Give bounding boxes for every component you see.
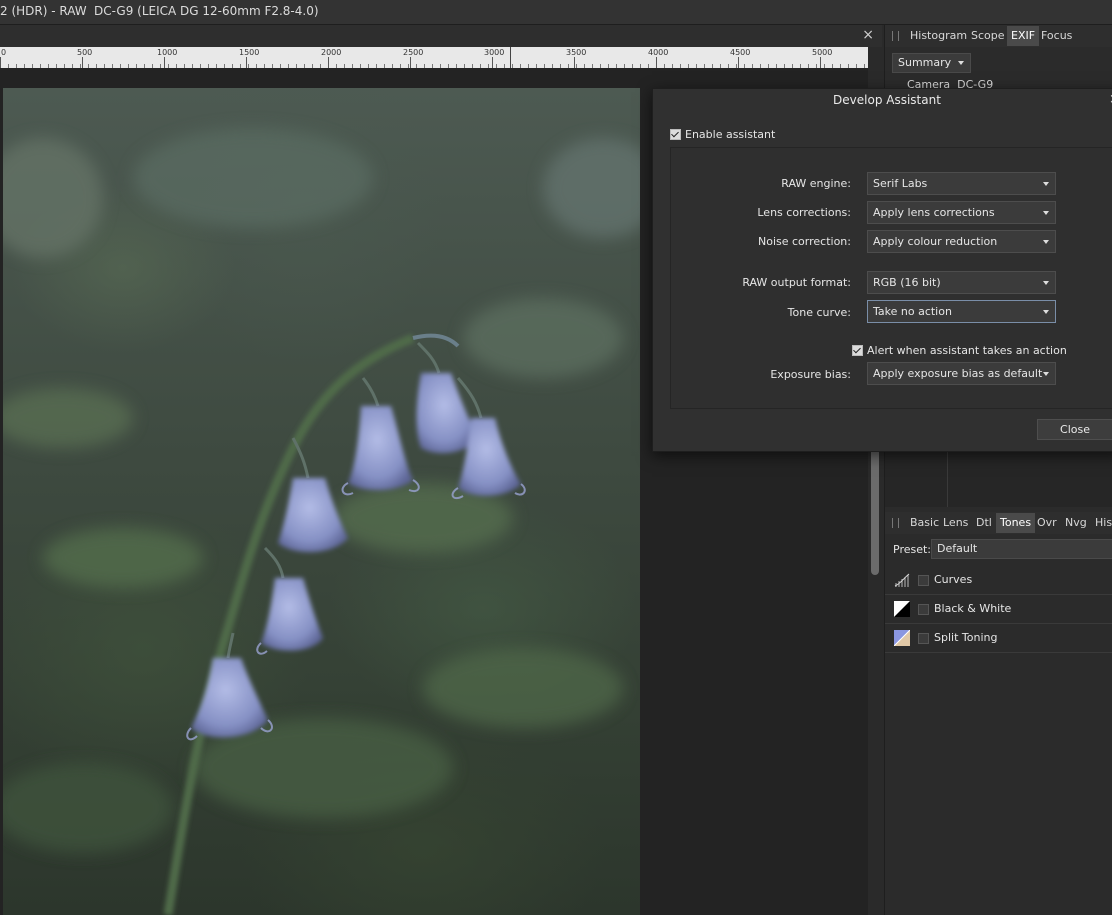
camera-info: DC-G9 (LEICA DG 12-60mm F2.8-4.0) [94, 4, 319, 18]
tab-focus[interactable]: Focus [1041, 29, 1072, 42]
lens-corrections-label: Lens corrections: [757, 206, 851, 219]
tab-history[interactable]: His [1095, 516, 1112, 529]
adjustment-curves[interactable]: Curves [885, 566, 1112, 595]
bluebell-illustration [3, 128, 640, 915]
raw-engine-value: Serif Labs [873, 177, 928, 190]
exif-view-dropdown[interactable]: Summary [892, 53, 971, 73]
raw-output-format-label: RAW output format: [742, 276, 851, 289]
tab-histogram[interactable]: Histogram [910, 29, 967, 42]
panel-grip-icon[interactable] [892, 31, 899, 41]
document-title: 2 (HDR) - RAW [0, 4, 87, 18]
tab-exif[interactable]: EXIF [1007, 26, 1040, 46]
ruler-label: 1500 [239, 48, 260, 57]
bluebell-photo[interactable] [3, 88, 640, 915]
black-white-enable-checkbox[interactable] [918, 604, 929, 615]
noise-correction-label: Noise correction: [758, 235, 851, 248]
chevron-down-icon [1043, 310, 1049, 314]
info-tab-row: Histogram Scope EXIF Focus [885, 25, 1112, 47]
preset-dropdown[interactable]: Default [931, 539, 1112, 559]
curves-enable-checkbox[interactable] [918, 575, 929, 586]
ruler-label: 1000 [157, 48, 178, 57]
black-white-label: Black & White [934, 602, 1012, 615]
ruler-label: 3500 [566, 48, 587, 57]
preset-value: Default [937, 542, 978, 555]
ruler-cursor-marker [510, 47, 511, 68]
close-document-icon[interactable]: × [862, 27, 874, 43]
ruler-label: 2000 [321, 48, 342, 57]
chevron-down-icon [1043, 240, 1049, 244]
ruler-label: 4000 [648, 48, 669, 57]
raw-output-format-value: RGB (16 bit) [873, 276, 941, 289]
tone-curve-dropdown[interactable]: Take no action [867, 300, 1056, 323]
enable-assistant-checkbox[interactable] [670, 129, 681, 140]
tab-tones[interactable]: Tones [996, 513, 1036, 533]
ruler-label: 500 [77, 48, 93, 57]
title-bar: 2 (HDR) - RAW DC-G9 (LEICA DG 12-60mm F2… [0, 0, 1112, 25]
horizontal-ruler: 0 500 1000 1500 2000 2500 3000 3500 4000… [0, 47, 868, 68]
tab-lens[interactable]: Lens [943, 516, 968, 529]
chevron-down-icon [958, 61, 964, 65]
exposure-bias-label: Exposure bias: [770, 368, 851, 381]
lens-corrections-dropdown[interactable]: Apply lens corrections [867, 201, 1056, 224]
chevron-down-icon [1043, 211, 1049, 215]
tab-detail[interactable]: Dtl [976, 516, 992, 529]
chevron-down-icon [1043, 281, 1049, 285]
tone-curve-value: Take no action [873, 305, 952, 318]
tab-navigator[interactable]: Nvg [1065, 516, 1087, 529]
adjustment-split-toning[interactable]: Split Toning [885, 624, 1112, 653]
lens-corrections-value: Apply lens corrections [873, 206, 995, 219]
preset-label: Preset: [893, 543, 932, 556]
panel-grip-icon[interactable] [892, 518, 899, 528]
ruler-label: 4500 [730, 48, 751, 57]
split-toning-icon [894, 630, 910, 646]
chevron-down-icon [1043, 372, 1049, 376]
ruler-label: 0 [1, 48, 7, 57]
exposure-bias-dropdown[interactable]: Apply exposure bias as default [867, 362, 1056, 385]
info-panel-body [885, 445, 1112, 507]
noise-correction-dropdown[interactable]: Apply colour reduction [867, 230, 1056, 253]
black-white-icon [894, 601, 910, 617]
ruler-label: 2500 [403, 48, 424, 57]
chevron-down-icon [1043, 182, 1049, 186]
dialog-title: Develop Assistant [833, 93, 941, 107]
alert-checkbox[interactable] [852, 345, 863, 356]
tab-basic[interactable]: Basic [910, 516, 939, 529]
tab-scope[interactable]: Scope [971, 29, 1005, 42]
curves-label: Curves [934, 573, 973, 586]
raw-engine-dropdown[interactable]: Serif Labs [867, 172, 1056, 195]
split-toning-enable-checkbox[interactable] [918, 633, 929, 644]
exposure-bias-value: Apply exposure bias as default [873, 367, 1043, 380]
tone-curve-label: Tone curve: [787, 306, 851, 319]
raw-engine-label: RAW engine: [781, 177, 851, 190]
close-button[interactable]: Close [1037, 419, 1112, 440]
develop-tab-row: Basic Lens Dtl Tones Ovr Nvg His [885, 512, 1112, 534]
document-bar: × [0, 25, 882, 47]
curves-icon [894, 572, 910, 588]
adjustment-black-white[interactable]: Black & White [885, 595, 1112, 624]
alert-label: Alert when assistant takes an action [867, 344, 1067, 357]
ruler-label: 5000 [812, 48, 833, 57]
noise-correction-value: Apply colour reduction [873, 235, 998, 248]
ruler-label: 3000 [484, 48, 505, 57]
assistant-options-group: RAW engine: Serif Labs Lens corrections:… [670, 147, 1112, 409]
tab-overlays[interactable]: Ovr [1037, 516, 1057, 529]
raw-output-format-dropdown[interactable]: RGB (16 bit) [867, 271, 1056, 294]
exif-view-value: Summary [898, 56, 952, 69]
develop-assistant-dialog: Develop Assistant × Enable assistant RAW… [652, 88, 1112, 452]
enable-assistant-label: Enable assistant [685, 128, 776, 141]
split-toning-label: Split Toning [934, 631, 998, 644]
